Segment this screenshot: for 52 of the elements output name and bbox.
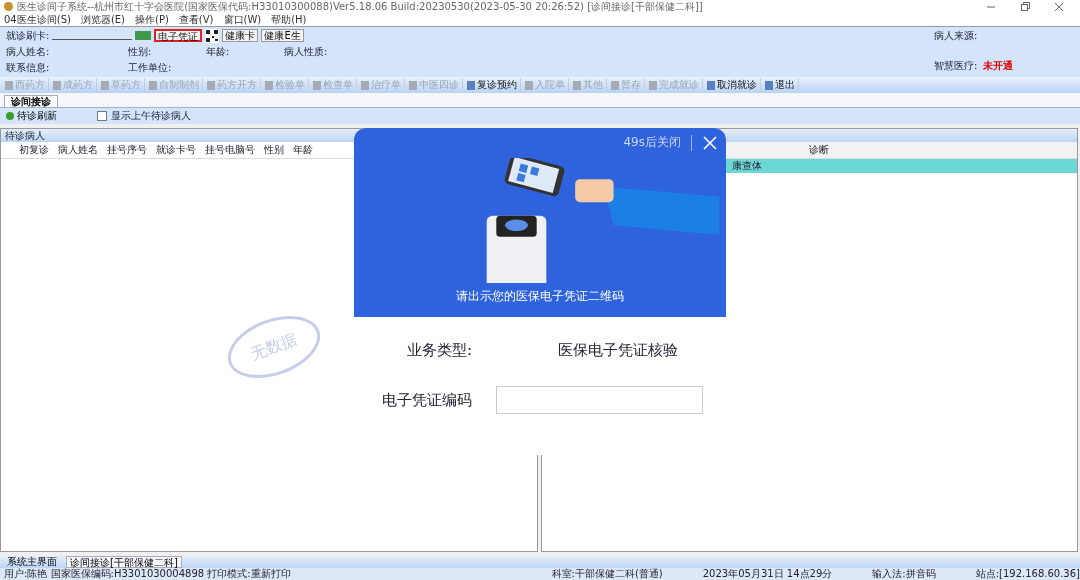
menu-item[interactable]: 帮助(H) [271, 12, 307, 27]
column-header: 性别 [264, 143, 285, 157]
field-label: 工作单位: [128, 60, 173, 75]
field-label: 病人性质: [284, 44, 329, 59]
toolbar-button[interactable]: 复诊预约 [464, 78, 521, 92]
status-text: 用户:陈艳 国家医保编码:H3301030004898 打印模式:重新打印 [4, 568, 291, 580]
field-label: 智慧医疗: [934, 59, 978, 73]
status-text: 输入法:拼音码 [872, 568, 936, 580]
field-label: 病人姓名: [6, 44, 51, 59]
card-button[interactable]: 电子凭证 [154, 29, 203, 42]
restore-icon[interactable] [1020, 1, 1030, 12]
column-header: 初复诊 [19, 143, 50, 157]
voucher-code-field[interactable] [496, 386, 703, 414]
status-text: 未开通 [983, 59, 1014, 73]
column-header: 挂号序号 [107, 143, 148, 157]
close-icon[interactable] [1054, 1, 1064, 12]
window-title: 医生诊间子系统--杭州市红十字会医院(国家医保代码:H33010300088)Ver5.18.06 Build:20230530(2023-05-30 20:26:52) [诊间接诊[干部保健二科]] [17, 0, 703, 14]
checkbox[interactable]: 显示上午待诊病人 [97, 109, 191, 123]
window-tab[interactable]: 诊间接诊[干部保健二科] [66, 556, 182, 568]
field-label: 联系信息: [6, 60, 51, 75]
field-label: 年龄: [206, 44, 231, 59]
field-label: 性别: [128, 44, 153, 59]
menu-item[interactable]: 操作(P) [135, 12, 169, 27]
dialog-prompt: 请出示您的医保电子凭证二维码 [455, 288, 625, 305]
toolbar-button[interactable]: 取消就诊 [704, 78, 761, 92]
window-tab[interactable]: 系统主界面 [4, 556, 60, 568]
menu-item[interactable]: 窗口(W) [223, 12, 262, 27]
column-header: 挂号电脑号 [205, 143, 256, 157]
column-header: 年龄 [293, 143, 314, 157]
status-text: 站点:[192.168.60.36] [975, 568, 1080, 580]
field-label: 业务类型: [405, 341, 472, 360]
column-header: 病人姓名 [58, 143, 99, 157]
app-logo-icon [4, 2, 13, 11]
column-header: 就诊卡号 [156, 143, 197, 157]
countdown-text: 49s后关闭 [623, 134, 681, 151]
card-button[interactable]: 健康卡 [222, 29, 259, 42]
tab[interactable]: 诊间接诊 [4, 95, 58, 107]
refresh-button[interactable]: 待诊刷新 [6, 109, 57, 123]
qr-code-icon[interactable] [205, 28, 220, 43]
toolbar-button[interactable]: 退出 [762, 78, 799, 92]
menu-item[interactable]: 04医生诊间(S) [4, 12, 71, 27]
status-text: 2023年05月31日 14点29分 [702, 568, 833, 580]
menu-item[interactable]: 浏览器(E) [80, 12, 125, 27]
card-reader-icon[interactable] [135, 31, 152, 40]
card-button[interactable]: 健康E生 [261, 29, 304, 42]
field-label: 就诊刷卡: [6, 28, 50, 43]
menu-item[interactable]: 查看(V) [178, 12, 214, 27]
column-header: 诊断 [808, 143, 830, 157]
field-value: 医保电子凭证核验 [558, 341, 678, 360]
field-label: 电子凭证编码 [381, 390, 473, 410]
field-label: 病人来源: [934, 29, 979, 43]
status-text: 科室:干部保健二科(普通) [551, 568, 663, 580]
